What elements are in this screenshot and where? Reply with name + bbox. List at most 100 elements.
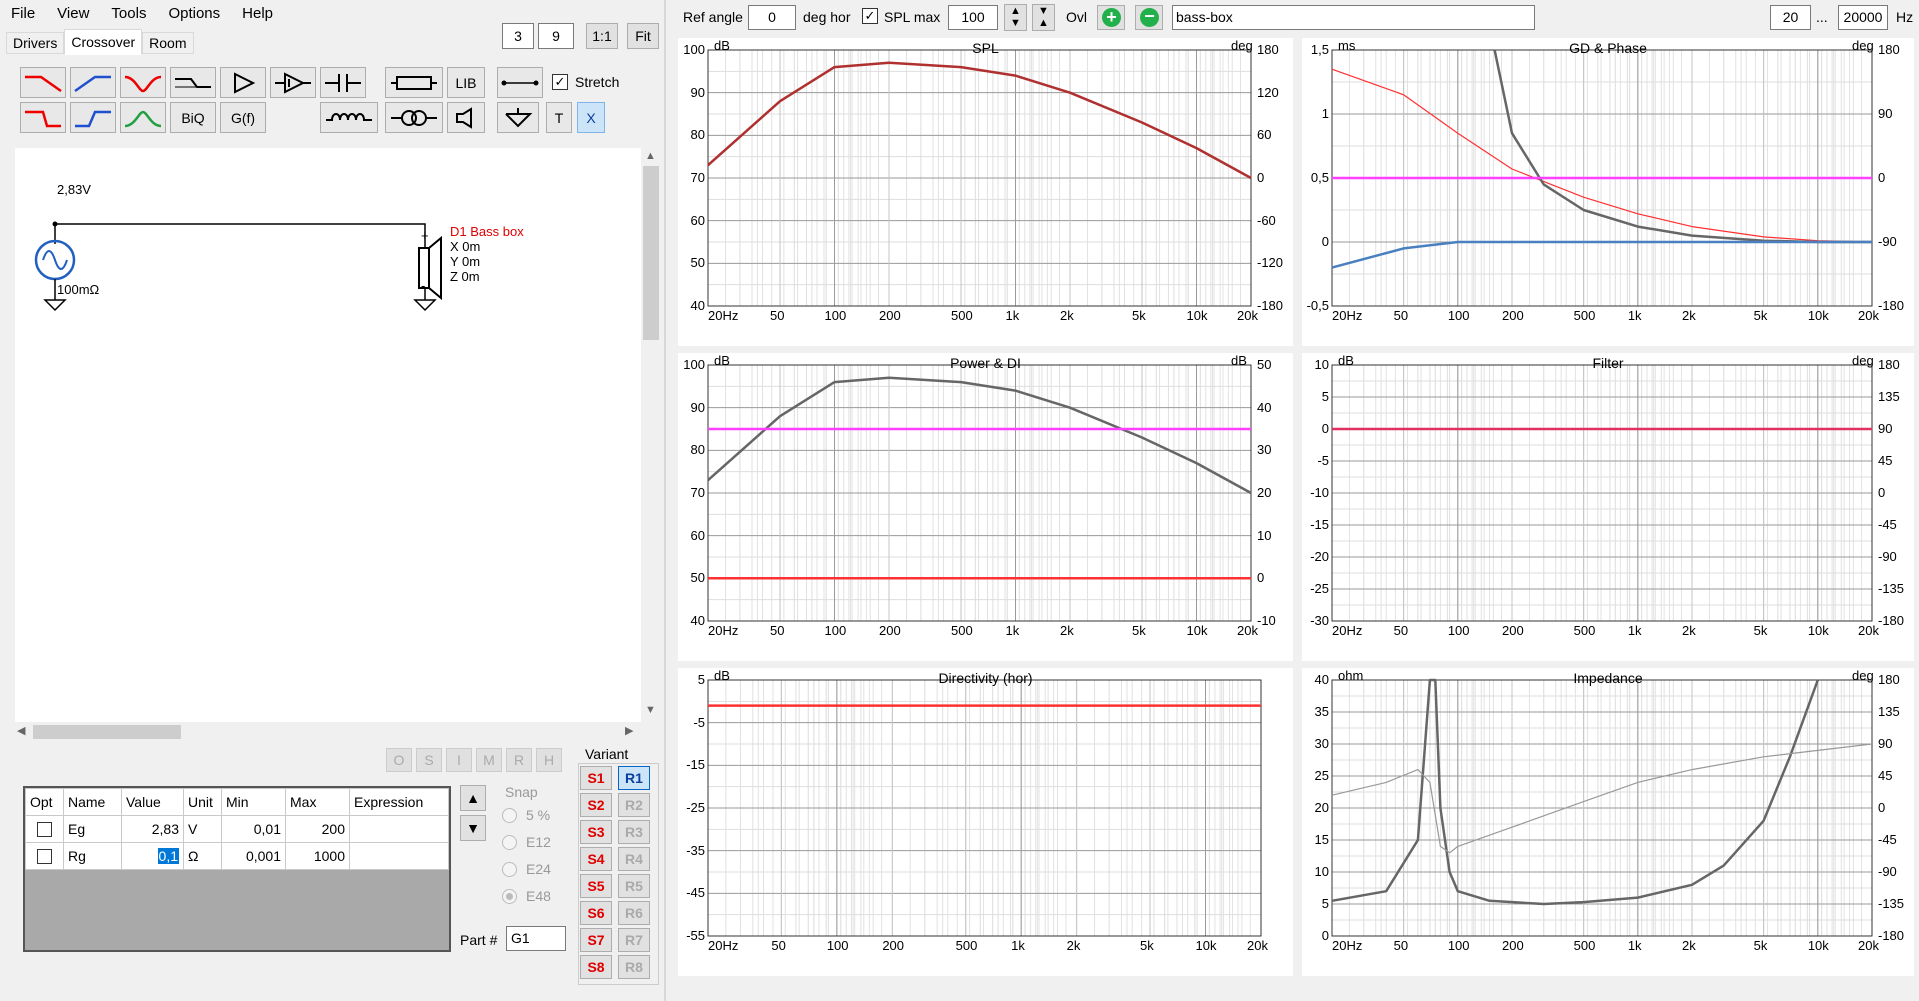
text-button[interactable]: T <box>546 102 572 133</box>
state-i-button[interactable]: I <box>446 748 472 772</box>
state-r-button[interactable]: R <box>506 748 532 772</box>
capacitor-button[interactable] <box>320 67 366 98</box>
snap-radio-e12[interactable] <box>502 835 517 850</box>
variant-s8-button[interactable]: S8 <box>580 955 612 979</box>
horizontal-scroll-thumb[interactable] <box>33 725 181 739</box>
variant-r6-button[interactable]: R6 <box>618 901 650 925</box>
speaker-button[interactable] <box>447 102 485 133</box>
cell-min[interactable]: 0,001 <box>221 842 286 870</box>
buffer-button[interactable] <box>220 67 266 98</box>
variant-r8-button[interactable]: R8 <box>618 955 650 979</box>
state-h-button[interactable]: H <box>536 748 562 772</box>
impedance-chart[interactable]: Impedance ohm deg 40 35 30 25 20 15 10 5 0 180 135 90 4… <box>1302 668 1914 976</box>
menu-file[interactable]: File <box>0 5 46 22</box>
biquad-button[interactable]: BiQ <box>170 102 216 133</box>
grid-a-field[interactable]: 3 <box>502 23 534 49</box>
menu-view[interactable]: View <box>46 5 100 22</box>
bandstop-button[interactable] <box>120 67 166 98</box>
stretch-checkbox[interactable]: ✓ <box>552 74 568 90</box>
state-s-button[interactable]: S <box>416 748 442 772</box>
state-m-button[interactable]: M <box>476 748 502 772</box>
vertical-scrollbar[interactable]: ▲ ▼ <box>641 148 661 722</box>
variant-s6-button[interactable]: S6 <box>580 901 612 925</box>
ref-angle-field[interactable]: 0 <box>748 5 796 30</box>
menu-tools[interactable]: Tools <box>100 5 157 22</box>
library-button[interactable]: LIB <box>447 67 485 98</box>
tab-drivers[interactable]: Drivers <box>6 32 65 54</box>
power-di-chart[interactable]: Power & DI dB dB 100 90 80 70 60 50 40 50 40 30 20 10 0… <box>678 353 1293 661</box>
menu-help[interactable]: Help <box>231 5 284 22</box>
variant-r4-button[interactable]: R4 <box>618 847 650 871</box>
allpass-button[interactable] <box>170 67 216 98</box>
variant-r1-button[interactable]: R1 <box>618 766 650 790</box>
snap-radio-5[interactable] <box>502 808 517 823</box>
cell-max[interactable]: 200 <box>285 815 350 843</box>
opt-checkbox[interactable] <box>37 821 52 837</box>
variant-s4-button[interactable]: S4 <box>580 847 612 871</box>
ratio-button[interactable]: 1:1 <box>586 23 618 49</box>
fmax-field[interactable]: 20000 <box>1838 5 1888 30</box>
spl-chart[interactable]: SPL dB deg 100 90 80 70 60 50 40 180 120 60 0 -60 -120 -… <box>678 38 1293 346</box>
overlay-add-button[interactable]: + <box>1097 5 1125 30</box>
vertical-scroll-thumb[interactable] <box>643 166 659 340</box>
variant-s1-button[interactable]: S1 <box>580 766 612 790</box>
table-row[interactable]: Rg 0,1 Ω 0,001 1000 <box>25 842 449 870</box>
inductor-button[interactable] <box>320 102 378 133</box>
lowpass-red-button[interactable] <box>20 67 66 98</box>
resistor-button[interactable] <box>385 67 443 98</box>
directivity-chart[interactable]: Directivity (hor) dB 5 -5 -15 -25 -35 -45 -55 20H… <box>678 668 1293 976</box>
transformer-button[interactable] <box>385 102 443 133</box>
variant-r2-button[interactable]: R2 <box>618 793 650 817</box>
scroll-down-icon[interactable]: ▼ <box>645 704 656 716</box>
gd-phase-chart[interactable]: GD & Phase ms deg 1,5 1 0,5 0 -0,5 180 90 0 -90 -180… <box>1302 38 1914 346</box>
tab-crossover[interactable]: Crossover <box>64 29 143 55</box>
transfer-function-button[interactable]: G(f) <box>220 102 266 133</box>
variant-s3-button[interactable]: S3 <box>580 820 612 844</box>
grid-b-field[interactable]: 9 <box>538 23 574 49</box>
filter-chart[interactable]: Filter dB deg 10 5 0 -5 -10 -15 -20 -25 -30 180 135 90… <box>1302 353 1914 661</box>
highpass2-button[interactable] <box>70 102 116 133</box>
snap-radio-e24[interactable] <box>502 862 517 877</box>
driver-label[interactable]: D1 Bass box <box>450 224 524 239</box>
scroll-up-icon[interactable]: ▲ <box>645 150 656 162</box>
fmin-field[interactable]: 20 <box>1770 5 1811 30</box>
schematic-canvas[interactable]: 2,83V 100mΩ + - D1 Bass box X 0m Y 0m Z … <box>15 148 642 722</box>
move-up-button[interactable]: ▲ <box>460 785 486 811</box>
table-row[interactable]: Eg 2,83 V 0,01 200 <box>25 815 449 843</box>
variant-r3-button[interactable]: R3 <box>618 820 650 844</box>
overlay-name-field[interactable]: bass-box <box>1172 5 1535 30</box>
splitter[interactable] <box>664 0 666 1001</box>
cell-expression[interactable] <box>349 842 449 870</box>
lowpass2-button[interactable] <box>20 102 66 133</box>
scroll-right-icon[interactable]: ▶ <box>625 724 633 737</box>
variant-s7-button[interactable]: S7 <box>580 928 612 952</box>
spl-autoscale-button[interactable]: ▼ ▲ <box>1032 4 1055 31</box>
delete-button[interactable]: X <box>577 102 605 133</box>
horizontal-scrollbar[interactable]: ◀ ▶ <box>15 722 641 742</box>
variant-s5-button[interactable]: S5 <box>580 874 612 898</box>
highpass-blue-button[interactable] <box>70 67 116 98</box>
variant-s2-button[interactable]: S2 <box>580 793 612 817</box>
wire-button[interactable] <box>497 67 543 98</box>
state-o-button[interactable]: O <box>386 748 412 772</box>
fit-button[interactable]: Fit <box>627 23 659 49</box>
spl-max-checkbox[interactable]: ✓ <box>862 8 878 24</box>
scroll-left-icon[interactable]: ◀ <box>17 724 25 737</box>
cell-max[interactable]: 1000 <box>285 842 350 870</box>
cell-expression[interactable] <box>349 815 449 843</box>
ground-button[interactable] <box>497 102 539 133</box>
opt-checkbox[interactable] <box>37 848 52 864</box>
variant-r7-button[interactable]: R7 <box>618 928 650 952</box>
bandpass-button[interactable] <box>120 102 166 133</box>
cell-value-selected[interactable]: 0,1 <box>157 848 179 864</box>
spl-max-field[interactable]: 100 <box>948 5 998 30</box>
spl-spin-button[interactable]: ▲ ▼ <box>1004 4 1027 31</box>
variant-r5-button[interactable]: R5 <box>618 874 650 898</box>
snap-radio-e48[interactable] <box>502 889 517 904</box>
cell-min[interactable]: 0,01 <box>221 815 286 843</box>
overlay-remove-button[interactable]: − <box>1135 5 1163 30</box>
opamp-button[interactable] <box>270 67 316 98</box>
cell-value[interactable]: 2,83 <box>121 815 184 843</box>
move-down-button[interactable]: ▼ <box>460 815 486 841</box>
tab-room[interactable]: Room <box>142 32 194 54</box>
